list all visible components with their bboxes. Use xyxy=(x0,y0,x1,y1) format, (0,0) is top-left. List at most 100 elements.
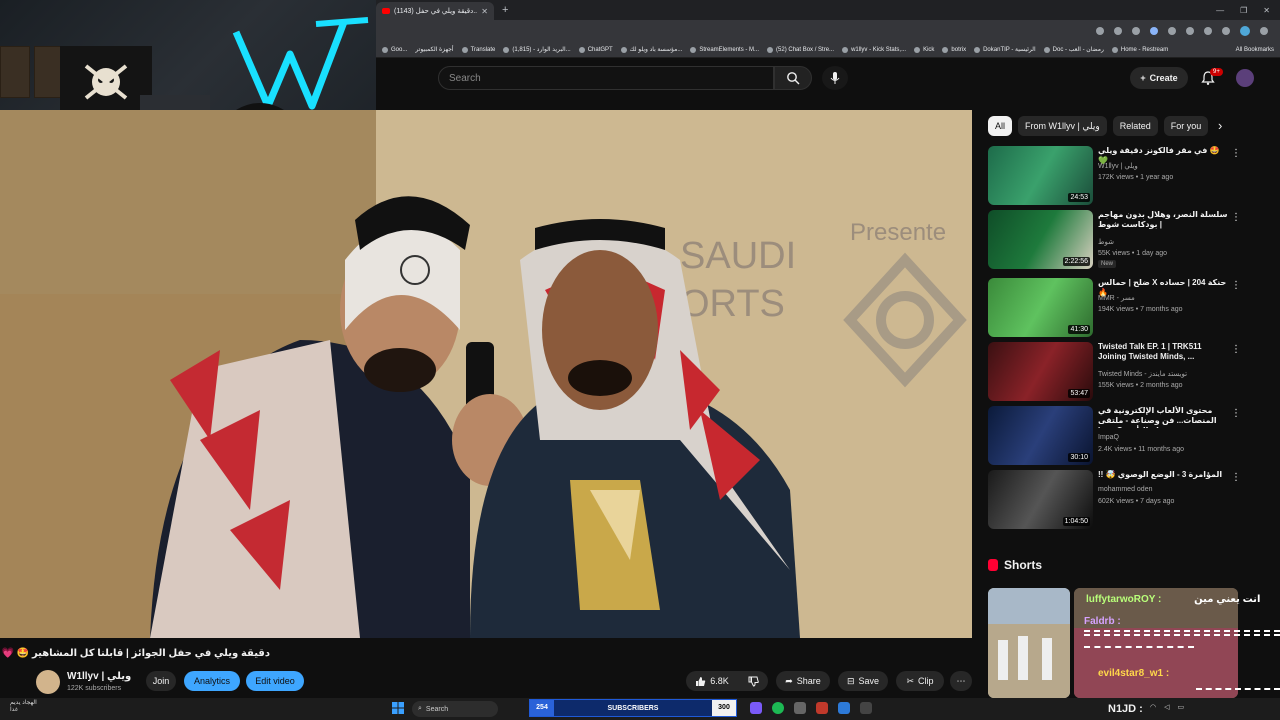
search-input[interactable]: Search xyxy=(438,66,774,90)
bookmark-item[interactable]: w1llyv - Kick Stats,... xyxy=(842,46,906,53)
chip-for-you[interactable]: For you xyxy=(1163,116,1209,136)
recommendation-item[interactable]: 53:47 Twisted Talk EP. 1 | TRK511 Joinin… xyxy=(988,342,1244,402)
bookmark-item[interactable]: ChatGPT xyxy=(578,46,613,53)
bookmark-item[interactable]: مؤسسة باد ويلو لك... xyxy=(620,46,682,53)
more-vert-icon[interactable]: ⋮ xyxy=(1231,344,1241,355)
wifi-icon[interactable]: ◠ xyxy=(1150,703,1156,711)
channel-avatar[interactable] xyxy=(36,670,60,694)
bookmark-item[interactable]: (52) Chat Box / Stre... xyxy=(767,46,834,53)
profile-avatar[interactable] xyxy=(1240,26,1250,36)
extensions-puzzle-icon[interactable] xyxy=(1204,27,1212,35)
like-button[interactable]: 6.8K xyxy=(686,671,738,691)
channel-name[interactable]: MMR - مسر xyxy=(1098,294,1135,302)
browser-menu-icon[interactable] xyxy=(1260,27,1268,35)
search-button[interactable] xyxy=(774,66,812,90)
channel-name[interactable]: Twisted Minds - تويستد مايندز xyxy=(1098,370,1187,378)
zoom-icon[interactable] xyxy=(1114,27,1122,35)
short-thumbnail[interactable] xyxy=(988,588,1070,698)
more-actions-button[interactable]: ⋯ xyxy=(950,671,972,691)
create-button[interactable]: + Create xyxy=(1130,67,1188,89)
taskbar-search[interactable]: ⌕ Search xyxy=(412,701,498,717)
join-button[interactable]: Join xyxy=(146,671,176,691)
minimize-icon[interactable]: — xyxy=(1216,6,1224,15)
chip-related[interactable]: Related xyxy=(1112,116,1158,136)
bookmark-item[interactable]: DokanTIP - الرئيسية xyxy=(974,46,1036,53)
account-avatar[interactable] xyxy=(1236,69,1254,87)
video-thumbnail[interactable]: 24:53 xyxy=(988,146,1093,205)
bookmark-favicon-icon xyxy=(690,46,697,53)
cast-icon[interactable] xyxy=(1096,27,1104,35)
channel-name[interactable]: W1llyv | ويلي xyxy=(67,671,131,682)
bookmark-item[interactable]: البريد الوارد - (1,815)... xyxy=(503,46,571,53)
video-title[interactable]: المؤامرة 3 - الوضع الوصوي 🤯 !! xyxy=(1098,470,1228,480)
thumbs-down-icon xyxy=(748,676,759,687)
sidebar-icon[interactable] xyxy=(1222,27,1230,35)
bookmark-item[interactable]: StreamElements - M... xyxy=(690,46,759,53)
close-window-icon[interactable]: ✕ xyxy=(1263,6,1270,15)
video-title[interactable]: Twisted Talk EP. 1 | TRK511 Joining Twis… xyxy=(1098,342,1228,362)
tab-close-icon[interactable]: ✕ xyxy=(481,7,488,16)
save-button[interactable]: ⊟ Save xyxy=(838,671,888,691)
more-vert-icon[interactable]: ⋮ xyxy=(1231,408,1241,419)
video-thumbnail[interactable]: 53:47 xyxy=(988,342,1093,401)
bookmark-item[interactable]: أجهزة الكمبيوتر xyxy=(415,46,453,53)
extension-icon[interactable] xyxy=(1186,27,1194,35)
edit-video-button[interactable]: Edit video xyxy=(246,671,304,691)
app-icon[interactable] xyxy=(794,702,806,714)
channel-name[interactable]: شوط xyxy=(1098,238,1114,246)
recommendation-item[interactable]: 2:22:56 سلسلة النصر، وهلال بدون مهاجم | … xyxy=(988,210,1244,270)
weather-widget[interactable]: الهجاد يديم غدا xyxy=(10,700,37,714)
extension-icon[interactable] xyxy=(1150,27,1158,35)
video-thumbnail[interactable]: 1:04:50 xyxy=(988,470,1093,529)
channel-name[interactable]: mohammed oden xyxy=(1098,486,1152,493)
bookmark-item[interactable]: botrix xyxy=(942,46,966,53)
analytics-button[interactable]: Analytics xyxy=(184,671,240,691)
video-title[interactable]: سلسلة النصر، وهلال بدون مهاجم | بودكاست … xyxy=(1098,210,1228,230)
more-vert-icon[interactable]: ⋮ xyxy=(1231,280,1241,291)
recommendation-item[interactable]: 1:04:50 المؤامرة 3 - الوضع الوصوي 🤯 !! m… xyxy=(988,470,1244,530)
all-bookmarks[interactable]: All Bookmarks xyxy=(1236,47,1274,53)
battery-icon[interactable]: ▭ xyxy=(1178,703,1185,711)
bookmark-item[interactable]: Doc - رمضان - العب xyxy=(1043,46,1104,53)
more-vert-icon[interactable]: ⋮ xyxy=(1231,472,1241,483)
video-thumbnail[interactable]: 2:22:56 xyxy=(988,210,1093,269)
chip-all[interactable]: All xyxy=(988,116,1013,136)
maximize-icon[interactable]: ❐ xyxy=(1240,6,1247,15)
bookmark-favicon-icon xyxy=(842,46,849,53)
voice-search-button[interactable] xyxy=(822,66,848,90)
browser-tab[interactable]: (1143) دقيقة ويلي في حفل... ✕ xyxy=(376,2,494,20)
new-tab-button[interactable]: + xyxy=(502,4,508,16)
bookmark-star-icon[interactable] xyxy=(1132,27,1140,35)
recommendation-item[interactable]: 30:10 محتوى الألعاب الإلكترونية في المنص… xyxy=(988,406,1244,466)
spotify-icon[interactable] xyxy=(772,702,784,714)
bookmark-favicon-icon xyxy=(503,46,510,53)
channel-name[interactable]: W1llyv | ويلي xyxy=(1098,162,1138,170)
app-icon[interactable] xyxy=(816,702,828,714)
video-title[interactable]: محتوى الألعاب الإلكترونية في المنصات... … xyxy=(1098,406,1228,428)
chevron-right-icon[interactable]: › xyxy=(1218,118,1222,133)
volume-icon[interactable]: ◁ xyxy=(1164,703,1169,711)
app-icon[interactable] xyxy=(838,702,850,714)
extension-icon[interactable] xyxy=(1168,27,1176,35)
clip-button[interactable]: ✂ Clip xyxy=(896,671,944,691)
recommendation-item[interactable]: 41:30 حنكة 204 | حساده X ضلّح | حمالس 🔥 … xyxy=(988,278,1244,338)
bookmark-favicon-icon xyxy=(461,46,468,53)
share-button[interactable]: ➦ Share xyxy=(776,671,830,691)
chip-from-channel[interactable]: From W1llyv | ويلي xyxy=(1018,116,1107,136)
video-player[interactable]: SAUDI ORTS Presente xyxy=(0,110,972,638)
channel-name[interactable]: ImpaQ xyxy=(1098,434,1119,441)
recommendation-item[interactable]: 24:53 🤩 في مقر فالكونز دقيقة ويلي 💚 W1ll… xyxy=(988,146,1244,206)
video-thumbnail[interactable]: 30:10 xyxy=(988,406,1093,465)
windows-start-icon[interactable] xyxy=(392,702,404,714)
bookmark-item[interactable]: Goo... xyxy=(382,46,407,53)
more-vert-icon[interactable]: ⋮ xyxy=(1231,148,1241,159)
app-icon[interactable] xyxy=(860,702,872,714)
video-thumbnail[interactable]: 41:30 xyxy=(988,278,1093,337)
save-icon: ⊟ xyxy=(846,675,855,686)
bookmark-item[interactable]: Kick xyxy=(914,46,934,53)
discord-icon[interactable] xyxy=(750,702,762,714)
bookmark-item[interactable]: Home - Restream xyxy=(1111,46,1168,53)
dislike-button[interactable] xyxy=(738,671,768,691)
more-vert-icon[interactable]: ⋮ xyxy=(1231,212,1241,223)
bookmark-item[interactable]: Translate xyxy=(461,46,495,53)
